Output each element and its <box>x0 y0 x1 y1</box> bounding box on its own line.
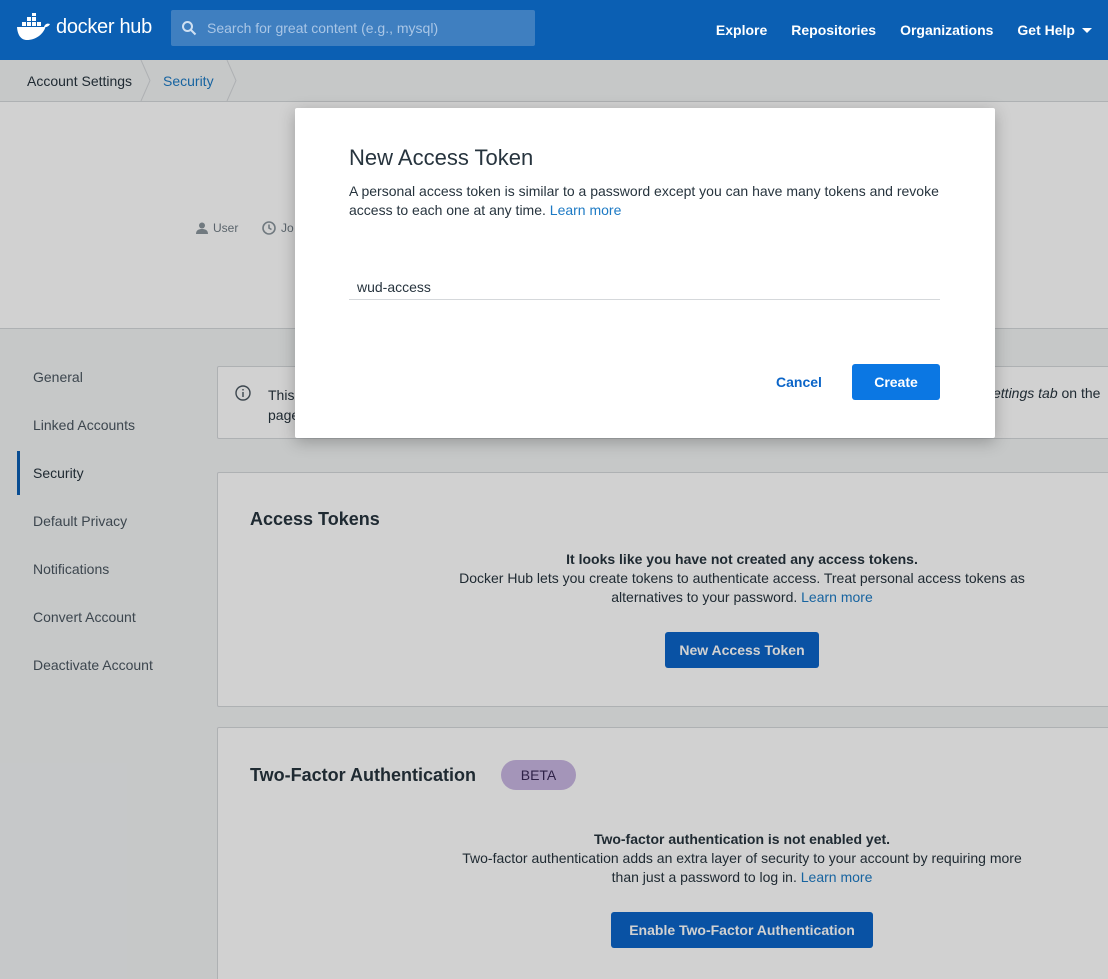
modal-description-text: A personal access token is similar to a … <box>349 183 939 218</box>
create-button[interactable]: Create <box>852 364 940 400</box>
modal-learn-more-link[interactable]: Learn more <box>550 202 622 218</box>
search-input[interactable] <box>207 20 527 36</box>
nav-get-help[interactable]: Get Help <box>1017 22 1092 38</box>
chevron-down-icon <box>1082 27 1092 33</box>
modal-description: A personal access token is similar to a … <box>349 182 939 220</box>
nav-explore[interactable]: Explore <box>716 22 767 38</box>
top-nav: docker hub Explore Repositories Organiza… <box>0 0 1108 60</box>
page: docker hub Explore Repositories Organiza… <box>0 0 1108 979</box>
search-icon <box>182 21 197 36</box>
docker-whale-icon <box>17 13 50 40</box>
cancel-button[interactable]: Cancel <box>765 364 833 400</box>
new-access-token-modal: New Access Token A personal access token… <box>295 108 995 438</box>
modal-title: New Access Token <box>349 145 534 170</box>
logo-text: docker hub <box>56 15 152 38</box>
nav-repositories[interactable]: Repositories <box>791 22 876 38</box>
token-description-input[interactable] <box>349 274 940 300</box>
docker-hub-logo[interactable]: docker hub <box>16 13 152 41</box>
nav-organizations[interactable]: Organizations <box>900 22 993 38</box>
search-bar[interactable] <box>171 10 535 46</box>
nav-get-help-label: Get Help <box>1017 22 1075 38</box>
nav-links: Explore Repositories Organizations Get H… <box>692 0 1092 60</box>
